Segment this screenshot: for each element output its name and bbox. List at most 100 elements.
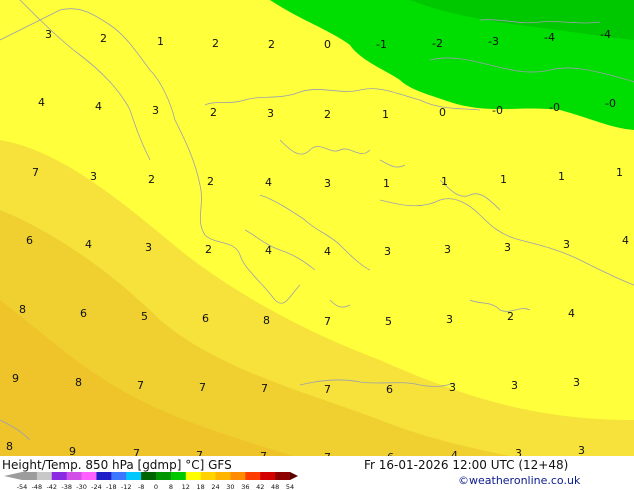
temp-label: -0 [605,97,616,110]
temp-label: 7 [261,382,268,395]
legend-tick-label: -38 [61,483,72,490]
legend-tick-label: 30 [226,483,234,490]
temp-label: 7 [324,315,331,328]
legend-tick-label: 42 [256,483,264,490]
legend-swatch [111,472,127,480]
temp-label: 3 [449,381,456,394]
legend-tick-label: 54 [286,483,294,490]
legend-tick-label: -24 [91,483,102,490]
temp-label: 3 [504,241,511,254]
temp-label: 3 [90,170,97,183]
temp-label: 1 [383,177,390,190]
temp-label: 4 [265,176,272,189]
temp-label: 0 [324,38,331,51]
legend-swatch [275,472,291,480]
legend-swatch [230,472,246,480]
legend-tick-label: 36 [241,483,249,490]
temp-label: 2 [148,173,155,186]
temp-label: 8 [6,440,13,453]
temp-label: 3 [384,245,391,258]
temp-label: 1 [157,35,164,48]
legend-tick-label: -30 [76,483,87,490]
legend-swatch [200,472,217,480]
legend-swatch [22,472,38,480]
temp-label: 1 [441,175,448,188]
temp-label: 3 [152,104,159,117]
temp-label: 8 [75,376,82,389]
temp-label: 2 [210,106,217,119]
temp-label: 4 [265,244,272,257]
legend-tick-label: -42 [46,483,57,490]
legend-swatch [81,472,97,480]
temp-label: 4 [95,100,102,113]
legend-swatch [260,472,276,480]
legend-swatch [51,472,68,480]
temp-label: 3 [563,238,570,251]
temp-label: 2 [100,32,107,45]
temp-label: 3 [578,444,585,457]
temp-label: 0 [439,106,446,119]
temp-label: 4 [85,238,92,251]
legend-tick-label: 48 [271,483,279,490]
temp-label: 1 [500,173,507,186]
temp-label: 7 [199,381,206,394]
temp-label: -4 [600,28,611,41]
legend-tick-label: -12 [121,483,132,490]
temp-label: 6 [386,383,393,396]
legend-tick-label: -18 [106,483,117,490]
temp-label: 2 [207,175,214,188]
temp-label: 6 [80,307,87,320]
temp-label: -4 [544,31,555,44]
temp-label: 3 [573,376,580,389]
forecast-datetime: Fr 16-01-2026 12:00 UTC (12+48) [364,458,569,472]
temp-label: 2 [324,108,331,121]
temp-label: 1 [558,170,565,183]
legend-swatch [66,472,83,480]
legend-swatch [245,472,261,480]
weather-map: 3 2 1 2 2 0 -1 -2 -3 -4 -4 4 4 3 2 3 2 1… [0,0,634,490]
temp-label: 7 [32,166,39,179]
temp-label: 6 [202,312,209,325]
legend-swatch [126,472,142,480]
legend-tick-label: 8 [169,483,173,490]
temp-label: 4 [38,96,45,109]
legend-arrow-right [290,472,298,480]
temp-label: 4 [568,307,575,320]
legend-swatch [36,472,53,480]
temp-label: 2 [212,37,219,50]
temp-label: -1 [376,38,387,51]
legend-swatch [215,472,231,480]
legend-tick-label: 12 [182,483,190,490]
temp-label: 9 [12,372,19,385]
temp-label: -3 [488,35,499,48]
legend-tick-label: -54 [17,483,28,490]
credit-link[interactable]: ©weatheronline.co.uk [458,474,580,487]
temp-label: 6 [26,234,33,247]
temp-label: 3 [511,379,518,392]
temp-label: 5 [385,315,392,328]
temp-label: 2 [205,243,212,256]
temp-label: -2 [432,37,443,50]
legend-swatch [185,472,202,480]
temp-label: 2 [268,38,275,51]
temp-label: -0 [492,104,503,117]
color-legend: -54 -48 -42 -38 -30 -24 -18 -12 -8 0 8 12 18 24 30 36 42… [4,472,298,490]
temp-label: 3 [267,107,274,120]
temp-label: 3 [446,313,453,326]
temp-label: 5 [141,310,148,323]
legend-tick-label: 18 [197,483,205,490]
temp-label: 3 [145,241,152,254]
temp-label: 8 [263,314,270,327]
legend-swatch [96,472,112,480]
legend-tick-label: -48 [32,483,43,490]
temp-label: 7 [137,379,144,392]
temp-label: 1 [382,108,389,121]
temp-label: 7 [324,383,331,396]
legend-tick-label: 0 [154,483,158,490]
temp-label: 1 [616,166,623,179]
temp-label: 8 [19,303,26,316]
temp-label: 3 [324,177,331,190]
legend-tick-label: -8 [138,483,144,490]
legend-tick-label: 24 [211,483,219,490]
temp-label: 4 [622,234,629,247]
